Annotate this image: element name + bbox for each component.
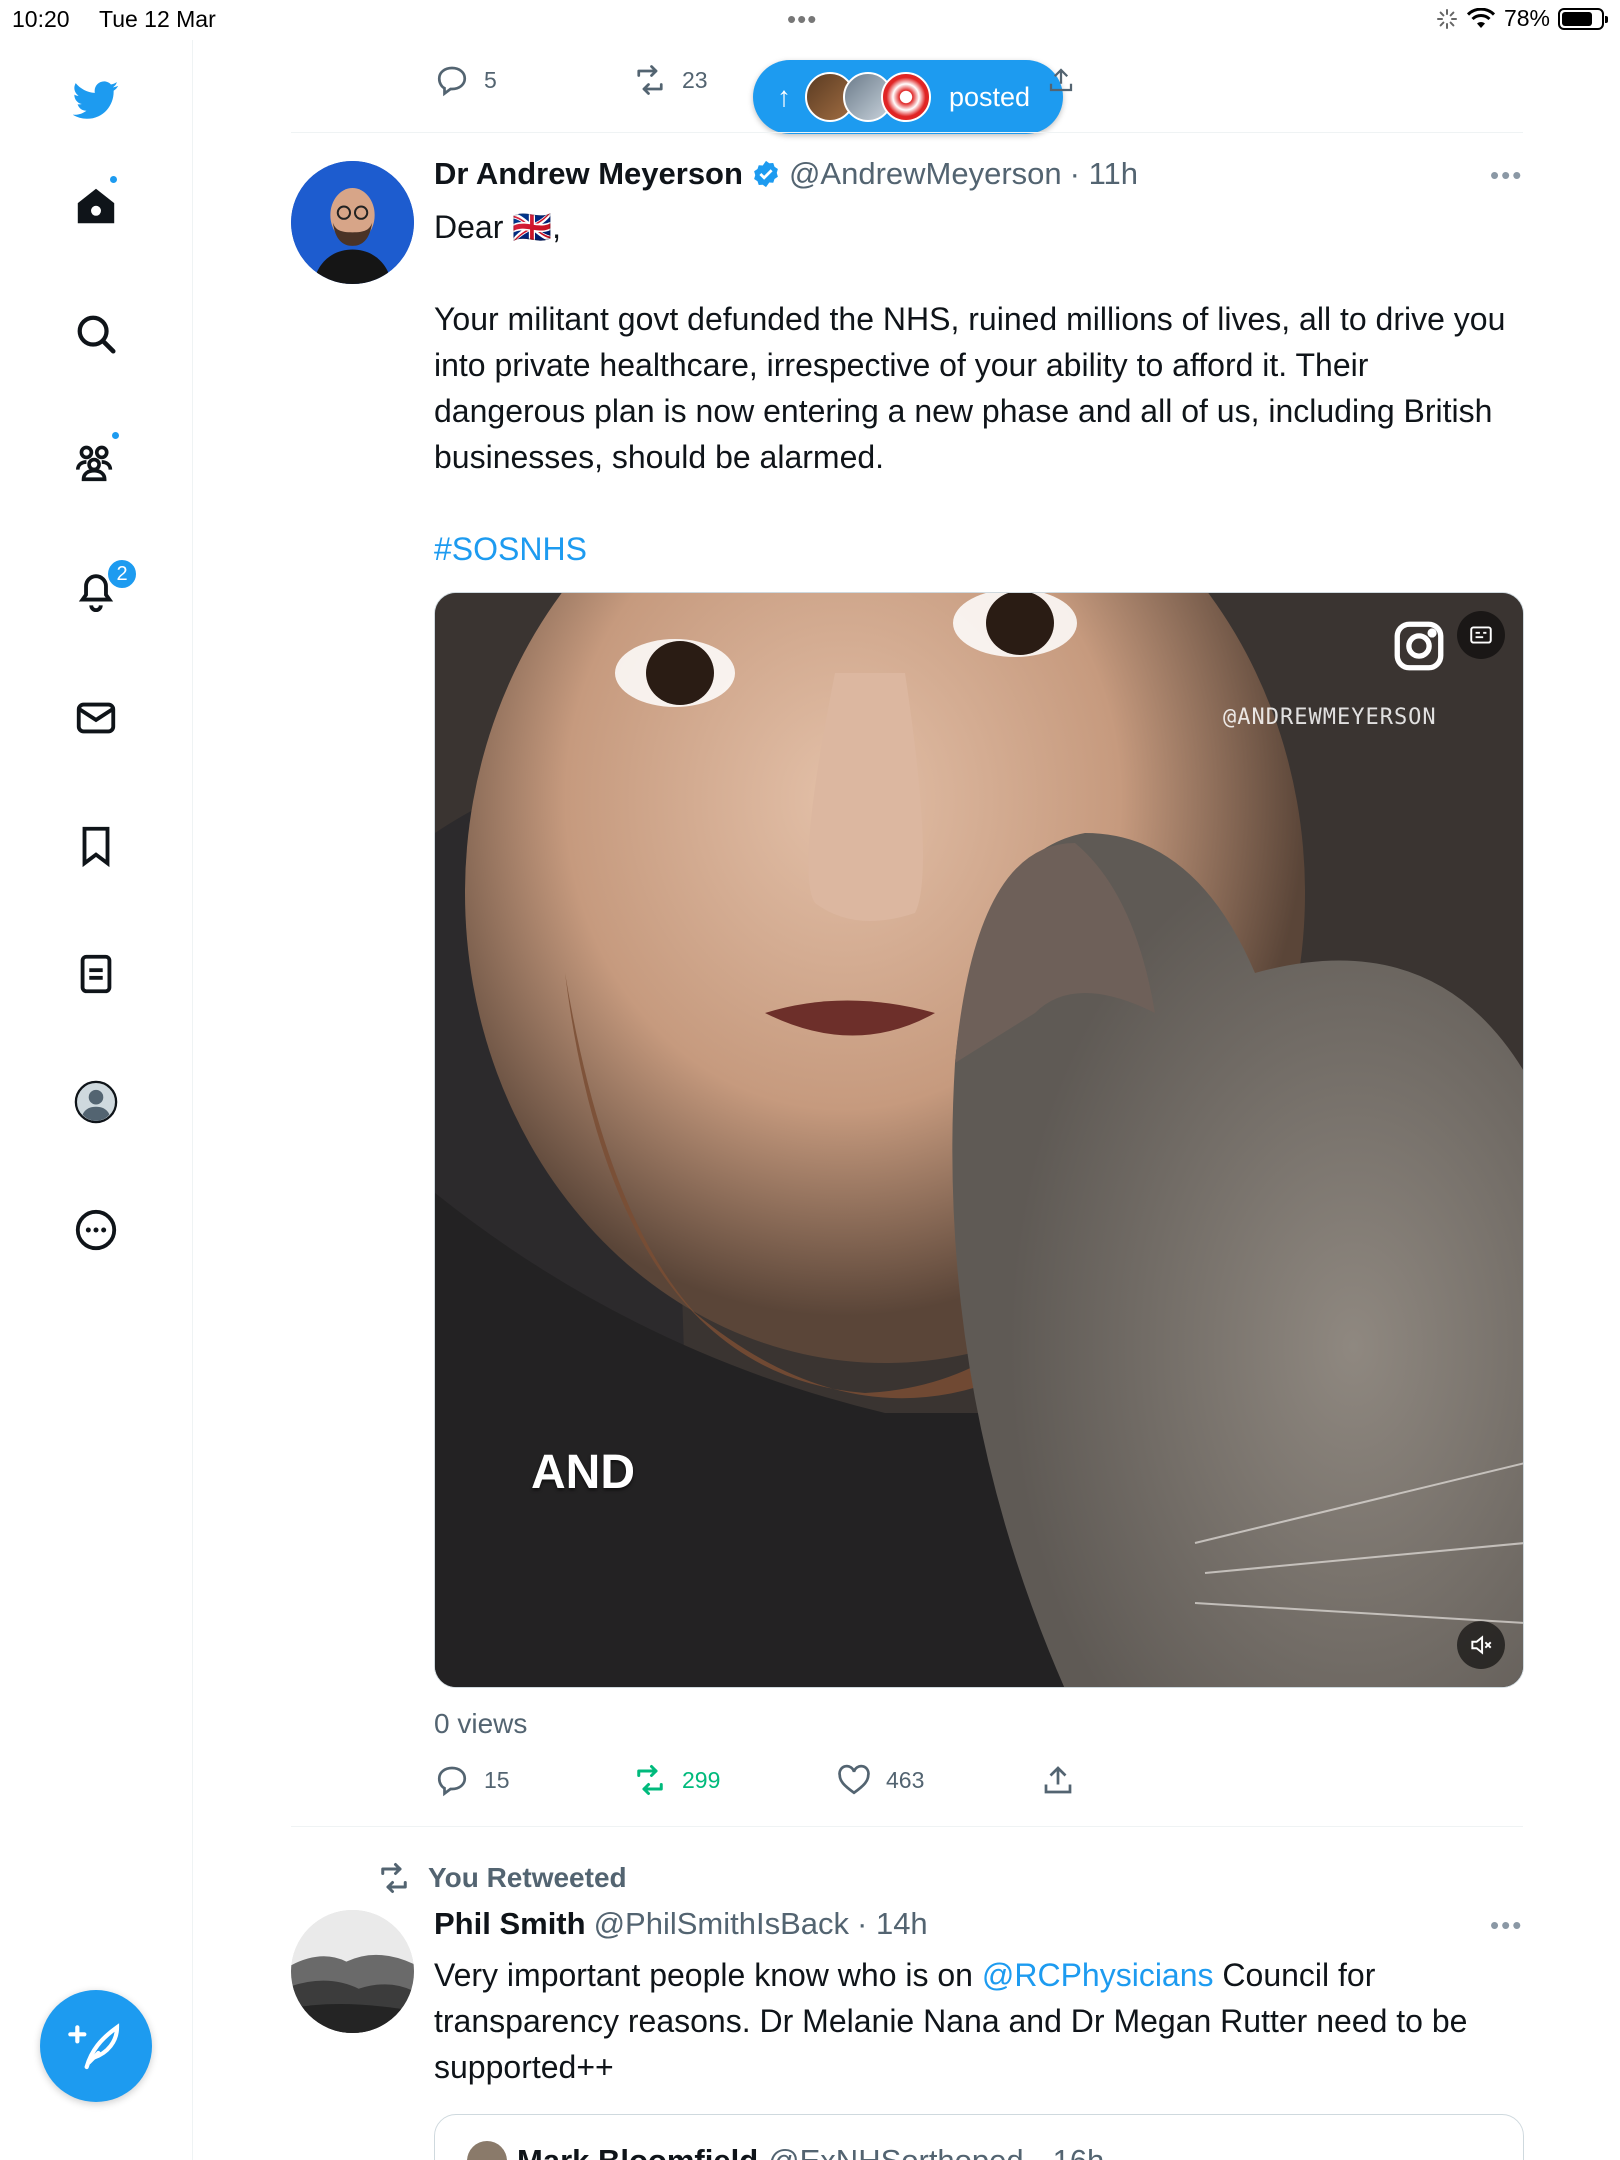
divider <box>291 132 1523 133</box>
tweet-body: Very important people know who is on @RC… <box>434 1952 1524 2090</box>
retweet-icon <box>381 1863 407 1893</box>
author-avatar[interactable] <box>291 1910 414 2033</box>
tweet-text-segment: Very important people know who is on <box>434 1957 982 1993</box>
nav-home[interactable] <box>60 170 132 242</box>
envelope-icon <box>76 702 116 734</box>
view-count: 0 views <box>434 1708 528 1739</box>
multitasking-dots-icon[interactable]: ••• <box>787 4 817 35</box>
nav-lists[interactable] <box>60 938 132 1010</box>
retweet-count: 299 <box>682 1766 721 1793</box>
video-caption: AND <box>531 1446 635 1499</box>
quoted-author-name: Mark Bloomfield <box>517 2143 758 2160</box>
tweet-video[interactable]: @ANDREWMEYERSON AND <box>434 592 1524 1688</box>
mute-button[interactable] <box>1457 1621 1505 1669</box>
prev-retweet-count: 23 <box>682 66 708 93</box>
tweet-time[interactable]: · 14h <box>857 1906 928 1942</box>
share-icon <box>1044 1766 1072 1794</box>
captions-button[interactable] <box>1457 611 1505 659</box>
sidebar: 2 <box>0 40 193 2160</box>
nav-notifications[interactable]: 2 <box>60 554 138 626</box>
heart-icon <box>838 1764 870 1795</box>
new-posts-pill[interactable]: ↑ posted <box>753 60 1063 134</box>
nav-communities[interactable] <box>60 426 132 498</box>
like-button[interactable]: 463 <box>836 1762 924 1798</box>
speaker-muted-icon <box>1471 1635 1492 1655</box>
list-icon <box>80 954 112 994</box>
quoted-tweet-header: Mark Bloomfield @ExNHSorthoped · 16h <box>467 2141 1104 2160</box>
tweet-more-icon[interactable]: ••• <box>1490 160 1523 191</box>
profile-avatar-icon <box>74 1080 118 1124</box>
reply-button[interactable]: 15 <box>434 1762 510 1798</box>
reply-count: 15 <box>484 1766 510 1793</box>
battery-icon <box>1558 7 1608 30</box>
tweet-time[interactable]: · 11h <box>1070 156 1138 192</box>
share-icon-partial[interactable] <box>1046 62 1076 98</box>
nav-bookmarks[interactable] <box>60 810 132 882</box>
reply-icon <box>437 1766 467 1797</box>
home-icon <box>77 188 115 224</box>
nav-messages[interactable] <box>60 682 132 754</box>
author-name[interactable]: Phil Smith <box>434 1906 586 1942</box>
retweet-context-label[interactable]: You Retweeted <box>428 1862 627 1894</box>
quoted-tweet-card[interactable]: Mark Bloomfield @ExNHSorthoped · 16h <box>434 2114 1524 2160</box>
retweet-button[interactable]: 299 <box>632 1762 720 1798</box>
status-bar: 10:20 Tue 12 Mar ••• 78% <box>0 0 1620 40</box>
retweet-context: You Retweeted <box>376 1860 627 1896</box>
tweet-more-icon[interactable]: ••• <box>1490 1910 1523 1941</box>
compose-tweet-button[interactable] <box>40 1990 152 2102</box>
tweet-body: Your militant govt defunded the NHS, rui… <box>434 301 1506 475</box>
tweet-greeting: Dear 🇬🇧, <box>434 209 561 245</box>
nav-explore[interactable] <box>60 298 132 370</box>
posted-label: posted <box>949 81 1031 112</box>
nav-profile[interactable] <box>60 1066 132 1138</box>
author-handle[interactable]: @PhilSmithIsBack <box>594 1906 849 1942</box>
home-unread-dot <box>108 174 119 185</box>
tweet-header: Phil Smith @PhilSmithIsBack · 14h <box>434 1906 928 1942</box>
video-watermark: @ANDREWMEYERSON <box>1223 705 1437 730</box>
activity-spinner-icon <box>1436 8 1457 29</box>
search-icon <box>77 315 116 354</box>
verified-badge-icon <box>754 160 778 188</box>
quoted-tweet-time: · 16h <box>1034 2143 1105 2160</box>
more-circle-icon <box>75 1209 117 1251</box>
prev-reply-count: 5 <box>484 66 497 93</box>
twitter-logo-icon[interactable] <box>60 64 132 136</box>
author-name[interactable]: Dr Andrew Meyerson <box>434 156 743 192</box>
retweet-icon <box>637 65 663 95</box>
quoted-author-handle: @ExNHSorthoped <box>768 2143 1023 2160</box>
pill-avatar-3 <box>881 72 931 122</box>
communities-icon <box>75 445 113 482</box>
quoted-author-avatar <box>467 2141 507 2160</box>
reply-icon <box>437 66 467 97</box>
prev-reply-button[interactable]: 5 <box>434 62 497 98</box>
arrow-up-icon: ↑ <box>777 81 791 112</box>
retweet-icon <box>637 1765 663 1795</box>
captions-icon <box>1470 626 1492 644</box>
wifi-icon <box>1466 7 1496 28</box>
communities-unread-dot <box>110 430 121 441</box>
share-button[interactable] <box>1040 1762 1076 1798</box>
status-time: 10:20 <box>12 6 70 32</box>
tweet-header: Dr Andrew Meyerson @AndrewMeyerson · 11h <box>434 156 1138 192</box>
notifications-badge: 2 <box>106 558 138 590</box>
nav-more[interactable] <box>60 1194 132 1266</box>
bookmark-icon <box>82 826 110 868</box>
video-frame <box>435 593 1523 1687</box>
author-avatar[interactable] <box>291 161 414 284</box>
prev-retweet-button[interactable]: 23 <box>632 62 708 98</box>
author-handle[interactable]: @AndrewMeyerson <box>789 156 1062 192</box>
mention-link[interactable]: @RCPhysicians <box>982 1957 1214 1993</box>
like-count: 463 <box>886 1766 925 1793</box>
feather-plus-icon <box>68 2023 120 2070</box>
instagram-icon <box>1394 621 1444 671</box>
hashtag-link[interactable]: #SOSNHS <box>434 526 1524 572</box>
battery-percent: 78% <box>1503 5 1550 31</box>
divider <box>291 1826 1523 1827</box>
status-date: Tue 12 Mar <box>99 6 216 32</box>
